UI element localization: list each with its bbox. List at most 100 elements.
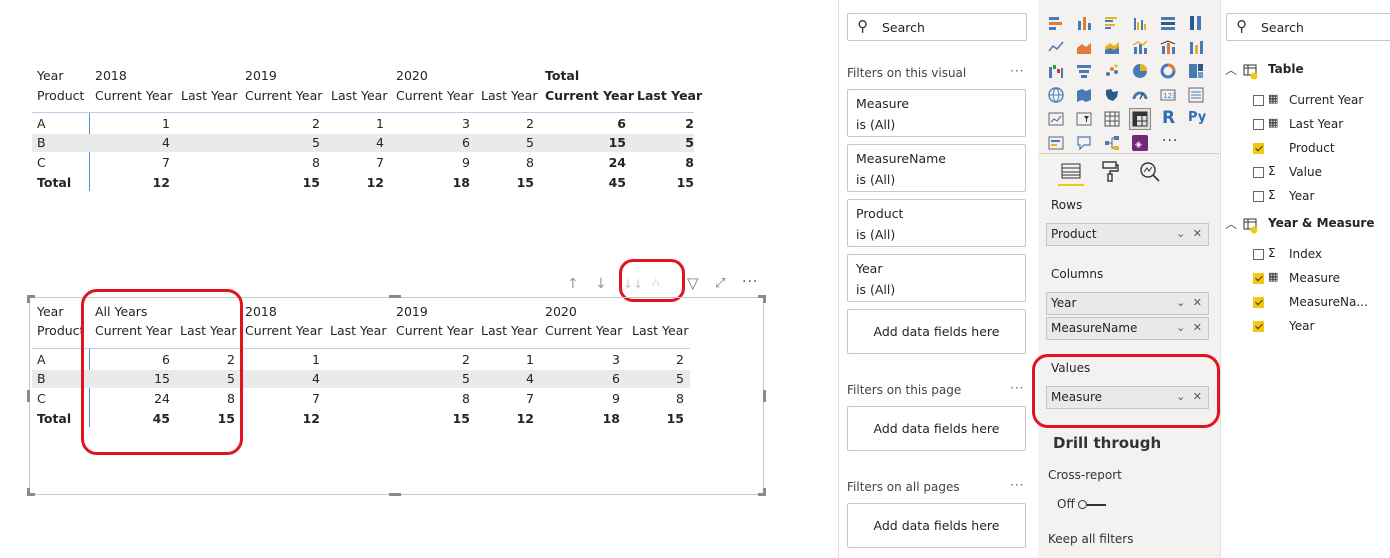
cross-report-toggle[interactable] [1078, 499, 1108, 511]
field-name[interactable]: Product [1289, 141, 1335, 155]
scatter-icon[interactable] [1104, 63, 1120, 79]
shape-map-icon[interactable] [1104, 87, 1120, 103]
col-header-current[interactable]: Current Year [245, 323, 322, 339]
more-options-icon[interactable]: ··· [1010, 478, 1024, 492]
field-name[interactable]: Value [1289, 165, 1322, 179]
focus-mode-icon[interactable]: ⤢ [715, 276, 725, 292]
table-name[interactable]: Year & Measure [1268, 216, 1374, 230]
add-data-fields-visual[interactable]: Add data fields here [847, 309, 1026, 354]
chevron-down-icon[interactable]: ⌄ ✕ [1176, 321, 1204, 334]
fields-tab-icon[interactable] [1060, 162, 1082, 182]
more-options-icon[interactable]: ··· [1010, 64, 1024, 78]
add-data-fields-page[interactable]: Add data fields here [847, 406, 1026, 451]
resize-handle[interactable] [389, 493, 401, 496]
filter-card-measure[interactable]: Measure is (All) [847, 89, 1026, 137]
col-header-current[interactable]: Current Year [396, 323, 473, 339]
power-apps-icon[interactable]: ◈ [1132, 135, 1148, 151]
field-checkbox-checked[interactable] [1253, 143, 1264, 154]
col-header-group[interactable]: 2020 [545, 304, 577, 320]
matrix-visual-selected[interactable] [1129, 108, 1151, 130]
kpi-icon[interactable] [1048, 111, 1064, 127]
table-icon[interactable] [1104, 111, 1120, 127]
resize-handle[interactable] [763, 390, 766, 402]
more-options-icon[interactable]: ··· [742, 274, 758, 290]
col-header-year[interactable]: 2018 [95, 68, 127, 84]
col-header-current[interactable]: Current Year [545, 323, 622, 339]
chevron-down-icon[interactable]: ⌄ ✕ [1176, 227, 1204, 240]
col-header-current[interactable]: Current Year [545, 88, 634, 104]
line-column-icon[interactable] [1132, 39, 1148, 55]
col-header-last[interactable]: Last Year [481, 88, 537, 104]
col-header-year[interactable]: 2019 [245, 68, 277, 84]
more-options-icon[interactable]: ··· [1010, 381, 1024, 395]
field-name[interactable]: Last Year [1289, 117, 1343, 131]
field-name[interactable]: Year [1289, 319, 1314, 333]
col-header-current[interactable]: Current Year [245, 88, 322, 104]
map-icon[interactable] [1048, 87, 1064, 103]
collapse-chevron-icon[interactable]: ︿ [1225, 215, 1237, 232]
row-label[interactable]: C [37, 155, 46, 171]
filter-card-year[interactable]: Year is (All) [847, 254, 1026, 302]
format-paint-roller-icon[interactable] [1100, 160, 1120, 182]
stacked-area-icon[interactable] [1104, 39, 1120, 55]
field-name[interactable]: Measure [1289, 271, 1340, 285]
multi-row-card-icon[interactable] [1188, 87, 1204, 103]
resize-handle[interactable] [389, 295, 401, 298]
filters-search-input[interactable]: ⚲ Search [847, 13, 1027, 41]
filter-icon[interactable]: ▽ [687, 275, 699, 291]
columns-field-well[interactable]: MeasureName ⌄ ✕ [1046, 317, 1209, 340]
chevron-down-icon[interactable]: ⌄ ✕ [1176, 296, 1204, 309]
arrow-down-icon[interactable]: ↓ [595, 276, 607, 292]
field-name[interactable]: Year [1289, 189, 1314, 203]
resize-handle[interactable] [763, 295, 766, 303]
resize-handle[interactable] [27, 295, 30, 303]
col-header-last[interactable]: Last Year [181, 88, 237, 104]
treemap-icon[interactable] [1188, 63, 1204, 79]
col-header-current[interactable]: Current Year [396, 88, 473, 104]
stacked-bar-icon[interactable] [1048, 15, 1064, 31]
slicer-icon[interactable] [1076, 111, 1092, 127]
col-header-last[interactable]: Last Year [331, 88, 387, 104]
arrow-up-icon[interactable]: ↑ [567, 276, 579, 292]
row-label[interactable]: B [37, 371, 46, 387]
clustered-column-icon[interactable] [1132, 15, 1148, 31]
100-stacked-bar-icon[interactable] [1160, 15, 1176, 31]
clustered-bar-icon[interactable] [1104, 15, 1120, 31]
field-checkbox[interactable] [1253, 249, 1264, 260]
row-label[interactable]: B [37, 135, 46, 151]
donut-chart-icon[interactable] [1160, 63, 1176, 79]
100-stacked-column-icon[interactable] [1188, 15, 1204, 31]
add-data-fields-all[interactable]: Add data fields here [847, 503, 1026, 548]
more-visuals-icon[interactable]: ··· [1162, 133, 1178, 149]
col-header-group[interactable]: 2018 [245, 304, 277, 320]
row-label[interactable]: A [37, 352, 46, 368]
resize-handle[interactable] [763, 488, 766, 496]
python-icon[interactable]: Py [1188, 110, 1206, 125]
field-name[interactable]: Index [1289, 247, 1322, 261]
resize-handle[interactable] [27, 390, 30, 402]
key-influencers-icon[interactable] [1048, 135, 1064, 151]
field-checkbox[interactable] [1253, 167, 1264, 178]
card-icon[interactable]: 123 [1160, 87, 1176, 103]
qna-icon[interactable] [1076, 135, 1092, 151]
waterfall-icon[interactable] [1048, 63, 1064, 79]
collapse-chevron-icon[interactable]: ︿ [1225, 61, 1237, 78]
pie-chart-icon[interactable] [1132, 63, 1148, 79]
col-header-last[interactable]: Last Year [481, 323, 537, 339]
col-header-group[interactable]: 2019 [396, 304, 428, 320]
ribbon-chart-icon[interactable] [1188, 39, 1204, 55]
fields-search-input[interactable]: ⚲ Search [1226, 13, 1390, 41]
row-label[interactable]: A [37, 116, 46, 132]
col-header-year[interactable]: 2020 [396, 68, 428, 84]
area-chart-icon[interactable] [1076, 39, 1092, 55]
r-script-icon[interactable]: R [1162, 108, 1175, 128]
col-header-last[interactable]: Last Year [637, 88, 702, 104]
col-header-current[interactable]: Current Year [95, 88, 172, 104]
field-name[interactable]: MeasureNa... [1289, 295, 1368, 309]
decomposition-tree-icon[interactable] [1104, 135, 1120, 151]
field-name[interactable]: Current Year [1289, 93, 1363, 107]
filter-card-measurename[interactable]: MeasureName is (All) [847, 144, 1026, 192]
field-checkbox[interactable] [1253, 95, 1264, 106]
gauge-icon[interactable] [1132, 87, 1148, 103]
field-checkbox[interactable] [1253, 119, 1264, 130]
